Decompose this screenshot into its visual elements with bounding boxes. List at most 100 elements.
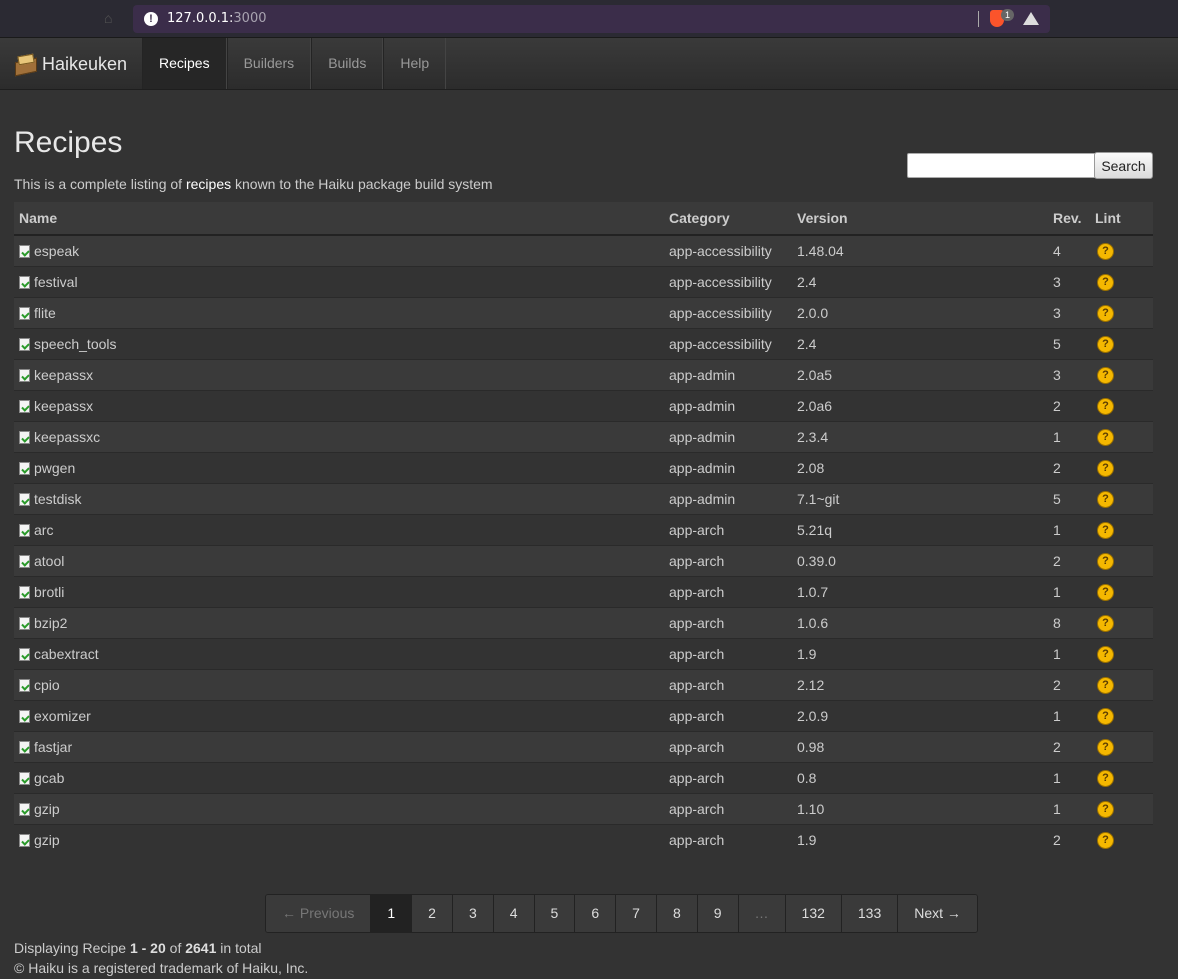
recipe-name-link[interactable]: gzip (34, 832, 60, 848)
lint-unknown-icon[interactable]: ? (1097, 521, 1114, 539)
nav-tab-builds[interactable]: Builds (311, 38, 384, 89)
recipe-name-link[interactable]: cabextract (34, 646, 99, 662)
recipe-name-link[interactable]: festival (34, 274, 78, 290)
recipe-name-link[interactable]: keepassx (34, 367, 93, 383)
recipe-name-link[interactable]: arc (34, 522, 53, 538)
home-icon[interactable]: ⌂ (104, 10, 112, 26)
page-link[interactable]: 9 (697, 895, 739, 932)
lint-unknown-icon[interactable]: ? (1097, 428, 1114, 446)
lint-unknown-icon[interactable]: ? (1097, 335, 1114, 353)
brand-link[interactable]: Haikeuken (14, 52, 127, 77)
nav-tab-builders[interactable]: Builders (226, 38, 312, 89)
table-row[interactable]: keepassx app-admin 2.0a5 3? (14, 359, 1153, 391)
table-row[interactable]: bzip2 app-arch 1.0.6 8? (14, 607, 1153, 639)
recipe-name-cell[interactable]: brotli (14, 576, 664, 608)
lint-unknown-icon[interactable]: ? (1097, 366, 1114, 384)
recipe-name-cell[interactable]: flite (14, 297, 664, 329)
table-row[interactable]: fastjar app-arch 0.98 2? (14, 731, 1153, 763)
lint-unknown-icon[interactable]: ? (1097, 614, 1114, 632)
recipe-name-cell[interactable]: cabextract (14, 638, 664, 670)
brave-rewards-icon[interactable] (1023, 12, 1039, 25)
lint-unknown-icon[interactable]: ? (1097, 831, 1114, 849)
recipe-name-cell[interactable]: atool (14, 545, 664, 577)
table-row[interactable]: gzip app-arch 1.10 1? (14, 793, 1153, 825)
url-text[interactable]: 127.0.0.1:3000 (167, 11, 267, 26)
previous-page-button[interactable]: ← Previous (266, 895, 372, 932)
page-link[interactable]: 133 (841, 895, 899, 932)
table-row[interactable]: exomizer app-arch 2.0.9 1? (14, 700, 1153, 732)
nav-tab-help[interactable]: Help (383, 38, 447, 89)
recipe-name-cell[interactable]: gzip (14, 793, 664, 825)
table-row[interactable]: flite app-accessibility 2.0.0 3? (14, 297, 1153, 329)
table-row[interactable]: espeak app-accessibility 1.48.04 4? (14, 234, 1153, 267)
lint-unknown-icon[interactable]: ? (1097, 490, 1114, 508)
recipe-name-cell[interactable]: arc (14, 514, 664, 546)
recipe-name-link[interactable]: keepassx (34, 398, 93, 414)
page-link[interactable]: 2 (412, 895, 453, 932)
recipe-name-link[interactable]: testdisk (34, 491, 81, 507)
lint-unknown-icon[interactable]: ? (1097, 397, 1114, 415)
table-row[interactable]: cpio app-arch 2.12 2? (14, 669, 1153, 701)
recipe-name-cell[interactable]: gzip (14, 824, 664, 855)
recipe-name-link[interactable]: espeak (34, 243, 79, 259)
lint-unknown-icon[interactable]: ? (1097, 676, 1114, 694)
page-link[interactable]: 5 (534, 895, 576, 932)
search-button[interactable]: Search (1094, 152, 1153, 179)
recipe-name-cell[interactable]: speech_tools (14, 328, 664, 360)
column-header-version[interactable]: Version (792, 202, 1048, 236)
recipe-name-link[interactable]: exomizer (34, 708, 91, 724)
page-link[interactable]: 3 (452, 895, 494, 932)
recipe-name-link[interactable]: speech_tools (34, 336, 117, 352)
recipe-name-cell[interactable]: cpio (14, 669, 664, 701)
page-link[interactable]: 8 (656, 895, 698, 932)
next-page-button[interactable]: Next → (898, 895, 977, 932)
recipe-name-link[interactable]: pwgen (34, 460, 75, 476)
recipe-name-cell[interactable]: keepassxc (14, 421, 664, 453)
recipe-name-cell[interactable]: keepassx (14, 359, 664, 391)
recipe-name-link[interactable]: keepassxc (34, 429, 100, 445)
table-row[interactable]: testdisk app-admin 7.1~git 5? (14, 483, 1153, 515)
page-link[interactable]: 6 (575, 895, 617, 932)
column-header-name[interactable]: Name (14, 202, 664, 236)
table-row[interactable]: cabextract app-arch 1.9 1? (14, 638, 1153, 670)
page-link[interactable]: 1 (371, 895, 413, 932)
table-row[interactable]: gzip app-arch 1.9 2? (14, 824, 1153, 855)
column-header-category[interactable]: Category (664, 202, 792, 236)
table-row[interactable]: gcab app-arch 0.8 1? (14, 762, 1153, 794)
table-row[interactable]: arc app-arch 5.21q 1? (14, 514, 1153, 546)
recipe-name-cell[interactable]: bzip2 (14, 607, 664, 639)
nav-tab-recipes[interactable]: Recipes (142, 38, 227, 89)
recipe-name-link[interactable]: atool (34, 553, 64, 569)
search-input[interactable] (907, 153, 1097, 178)
table-row[interactable]: festival app-accessibility 2.4 3? (14, 266, 1153, 298)
recipe-name-link[interactable]: fastjar (34, 739, 72, 755)
recipe-name-link[interactable]: bzip2 (34, 615, 67, 631)
recipe-name-cell[interactable]: exomizer (14, 700, 664, 732)
table-row[interactable]: keepassxc app-admin 2.3.4 1? (14, 421, 1153, 453)
lint-unknown-icon[interactable]: ? (1097, 800, 1114, 818)
table-row[interactable]: speech_tools app-accessibility 2.4 5? (14, 328, 1153, 360)
recipe-name-link[interactable]: gzip (34, 801, 60, 817)
table-row[interactable]: keepassx app-admin 2.0a6 2? (14, 390, 1153, 422)
lint-unknown-icon[interactable]: ? (1097, 304, 1114, 322)
lint-unknown-icon[interactable]: ? (1097, 242, 1114, 260)
page-link[interactable]: 7 (616, 895, 657, 932)
table-row[interactable]: brotli app-arch 1.0.7 1? (14, 576, 1153, 608)
lint-unknown-icon[interactable]: ? (1097, 738, 1114, 756)
lint-unknown-icon[interactable]: ? (1097, 583, 1114, 601)
recipe-name-link[interactable]: brotli (34, 584, 64, 600)
column-header-rev[interactable]: Rev. (1048, 202, 1090, 236)
insecure-warning-icon[interactable]: ! (144, 12, 158, 26)
recipe-name-cell[interactable]: espeak (14, 234, 664, 267)
recipe-name-link[interactable]: gcab (34, 770, 64, 786)
page-link[interactable]: 132 (785, 895, 842, 932)
recipe-name-cell[interactable]: fastjar (14, 731, 664, 763)
lint-unknown-icon[interactable]: ? (1097, 769, 1114, 787)
recipe-name-cell[interactable]: keepassx (14, 390, 664, 422)
lint-unknown-icon[interactable]: ? (1097, 552, 1114, 570)
lint-unknown-icon[interactable]: ? (1097, 273, 1114, 291)
recipe-name-link[interactable]: flite (34, 305, 56, 321)
table-row[interactable]: pwgen app-admin 2.08 2? (14, 452, 1153, 484)
column-header-lint[interactable]: Lint (1090, 202, 1153, 236)
recipe-name-cell[interactable]: festival (14, 266, 664, 298)
